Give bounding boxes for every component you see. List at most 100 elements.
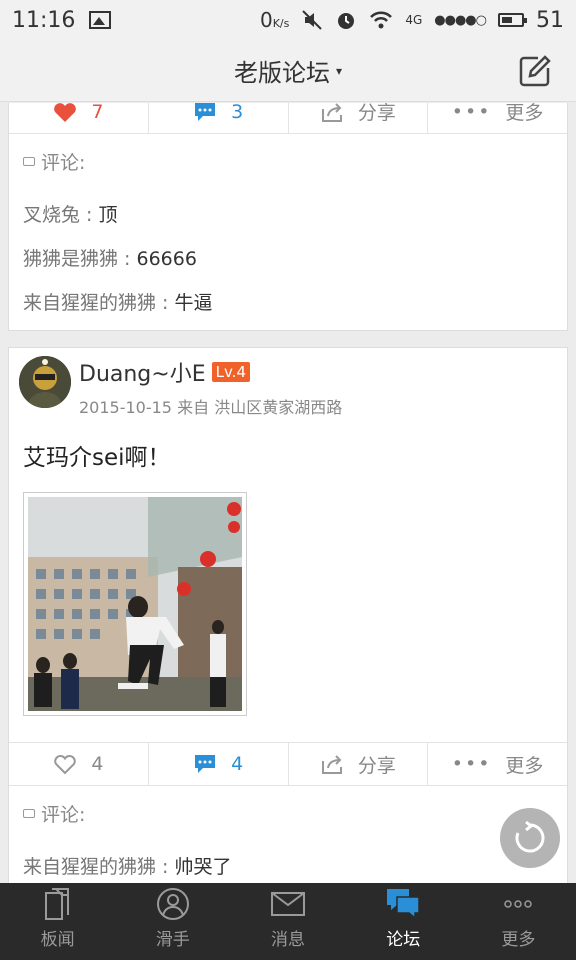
tab-more[interactable]: 更多 xyxy=(461,883,576,960)
post-card: Duang~小E Lv.4 2015-10-15 来自 洪山区黄家湖西路 艾玛介… xyxy=(8,347,568,883)
like-count: 7 xyxy=(91,103,104,123)
comment-count: 3 xyxy=(231,103,244,123)
more-label: 更多 xyxy=(505,754,544,777)
share-button[interactable]: 分享 xyxy=(289,103,429,133)
comment-text: 66666 xyxy=(136,248,197,270)
chat-icon xyxy=(387,889,420,920)
status-time: 11:16 xyxy=(12,7,76,33)
document-icon xyxy=(44,888,69,920)
comment-icon xyxy=(195,103,216,121)
comment-author: 叉烧兔 xyxy=(23,204,81,226)
comment-section: 评论: 来自猩猩的狒狒 : 帅哭了 xyxy=(9,786,567,883)
like-button[interactable]: 7 xyxy=(9,103,149,133)
comments-header: 评论: xyxy=(23,800,553,827)
bottom-tab-bar: 板闻 滑手 消息 论坛 更多 xyxy=(0,883,576,960)
compose-button[interactable] xyxy=(518,54,552,88)
more-icon xyxy=(504,900,533,908)
mute-icon xyxy=(301,9,323,31)
share-label: 分享 xyxy=(357,103,396,124)
share-icon xyxy=(321,103,342,122)
author-line: Duang~小E Lv.4 xyxy=(79,356,342,388)
avatar-image xyxy=(19,356,71,408)
comment-section: 评论: 叉烧兔 : 顶 狒狒是狒狒 : 66666 来自猩猩的狒狒 : 牛逼 xyxy=(9,134,567,325)
page-title: 老版论坛 xyxy=(233,59,330,87)
tab-label: 更多 xyxy=(501,930,536,950)
network-type: 4G xyxy=(405,13,423,27)
post-action-bar: 7 3 分享 ••• 更多 xyxy=(9,103,567,134)
comment-author: 来自猩猩的狒狒 xyxy=(23,856,157,878)
tab-label: 板闻 xyxy=(40,930,75,950)
comments-header: 评论: xyxy=(23,148,553,175)
alarm-icon xyxy=(335,9,357,31)
comment-author: 狒狒是狒狒 xyxy=(23,248,119,270)
post-image[interactable] xyxy=(23,492,247,716)
author-info: Duang~小E Lv.4 2015-10-15 来自 洪山区黄家湖西路 xyxy=(79,356,342,418)
author-name[interactable]: Duang~小E xyxy=(79,356,206,388)
heart-filled-icon xyxy=(54,103,77,122)
like-count: 4 xyxy=(91,753,104,775)
gallery-notification-icon xyxy=(89,11,112,29)
compose-icon xyxy=(519,55,551,87)
comment-item[interactable]: 狒狒是狒狒 : 66666 xyxy=(23,237,553,281)
comment-item[interactable]: 叉烧兔 : 顶 xyxy=(23,193,553,237)
comment-text: 帅哭了 xyxy=(174,856,232,878)
network-speed-value: 0 xyxy=(259,8,273,32)
post-meta: 2015-10-15 来自 洪山区黄家湖西路 xyxy=(79,394,342,418)
comment-author: 来自猩猩的狒狒 xyxy=(23,292,157,314)
post-date: 2015-10-15 xyxy=(79,398,172,417)
share-button[interactable]: 分享 xyxy=(289,743,429,785)
tab-skaters[interactable]: 滑手 xyxy=(115,883,230,960)
comments-header-label: 评论: xyxy=(41,804,86,826)
post-card-previous: 7 3 分享 ••• 更多 评论: 叉烧兔 : 顶 狒狒是狒狒: 66666 … xyxy=(8,103,568,331)
tab-label: 论坛 xyxy=(386,930,421,950)
comment-button[interactable]: 4 xyxy=(149,743,289,785)
tab-label: 消息 xyxy=(271,930,305,950)
tab-news[interactable]: 板闻 xyxy=(0,883,115,960)
share-label: 分享 xyxy=(357,754,396,777)
status-bar: 11:16 0K/s 4G ●●●●○ 51 xyxy=(0,0,576,40)
nav-bar: 老版论坛 ▾ xyxy=(0,40,576,102)
mail-icon xyxy=(271,892,305,916)
post-from-label: 来自 xyxy=(177,398,210,417)
share-icon xyxy=(321,755,342,774)
post-author-row: Duang~小E Lv.4 2015-10-15 来自 洪山区黄家湖西路 xyxy=(9,348,567,426)
comment-icon xyxy=(195,755,216,773)
post-photo xyxy=(28,497,242,711)
comment-text: 顶 xyxy=(98,204,118,226)
comment-count: 4 xyxy=(231,753,244,775)
battery-level: 51 xyxy=(536,7,564,33)
comment-text: 牛逼 xyxy=(174,292,213,314)
more-button[interactable]: ••• 更多 xyxy=(428,743,567,785)
refresh-icon xyxy=(515,820,545,853)
like-button[interactable]: 4 xyxy=(9,743,149,785)
signal-strength-icon: ●●●●○ xyxy=(434,12,487,28)
user-icon xyxy=(156,888,189,920)
comment-button[interactable]: 3 xyxy=(149,103,289,133)
tab-forum[interactable]: 论坛 xyxy=(346,883,461,960)
feed[interactable]: 7 3 分享 ••• 更多 评论: 叉烧兔 : 顶 狒狒是狒狒: 66666 … xyxy=(0,103,576,883)
more-label: 更多 xyxy=(505,103,544,124)
tab-label: 滑手 xyxy=(155,930,190,950)
status-right-group: 0K/s 4G ●●●●○ 51 xyxy=(260,8,564,33)
comment-item[interactable]: 来自猩猩的狒狒 : 牛逼 xyxy=(23,281,553,325)
comments-header-label: 评论: xyxy=(41,152,86,174)
tab-messages[interactable]: 消息 xyxy=(230,883,345,960)
battery-icon xyxy=(498,13,527,27)
level-badge: Lv.4 xyxy=(211,362,250,382)
network-speed-unit: K/s xyxy=(272,17,290,30)
more-button[interactable]: ••• 更多 xyxy=(428,103,567,133)
post-title[interactable]: 艾玛介sei啊！ xyxy=(9,426,567,472)
wifi-icon xyxy=(369,10,393,30)
refresh-button[interactable] xyxy=(500,808,560,868)
more-dots-icon: ••• xyxy=(451,753,492,775)
comment-item[interactable]: 来自猩猩的狒狒 : 帅哭了 xyxy=(23,845,553,883)
comment-bubble-icon xyxy=(23,809,35,818)
network-speed: 0K/s xyxy=(260,8,289,32)
avatar[interactable] xyxy=(19,356,71,408)
forum-switcher[interactable]: 老版论坛 ▾ xyxy=(234,53,342,88)
comment-bubble-icon xyxy=(23,157,35,166)
post-action-bar: 4 4 分享 ••• 更多 xyxy=(9,742,567,786)
chevron-down-icon: ▾ xyxy=(335,63,343,78)
post-location: 洪山区黄家湖西路 xyxy=(214,398,343,417)
more-dots-icon: ••• xyxy=(451,103,492,123)
